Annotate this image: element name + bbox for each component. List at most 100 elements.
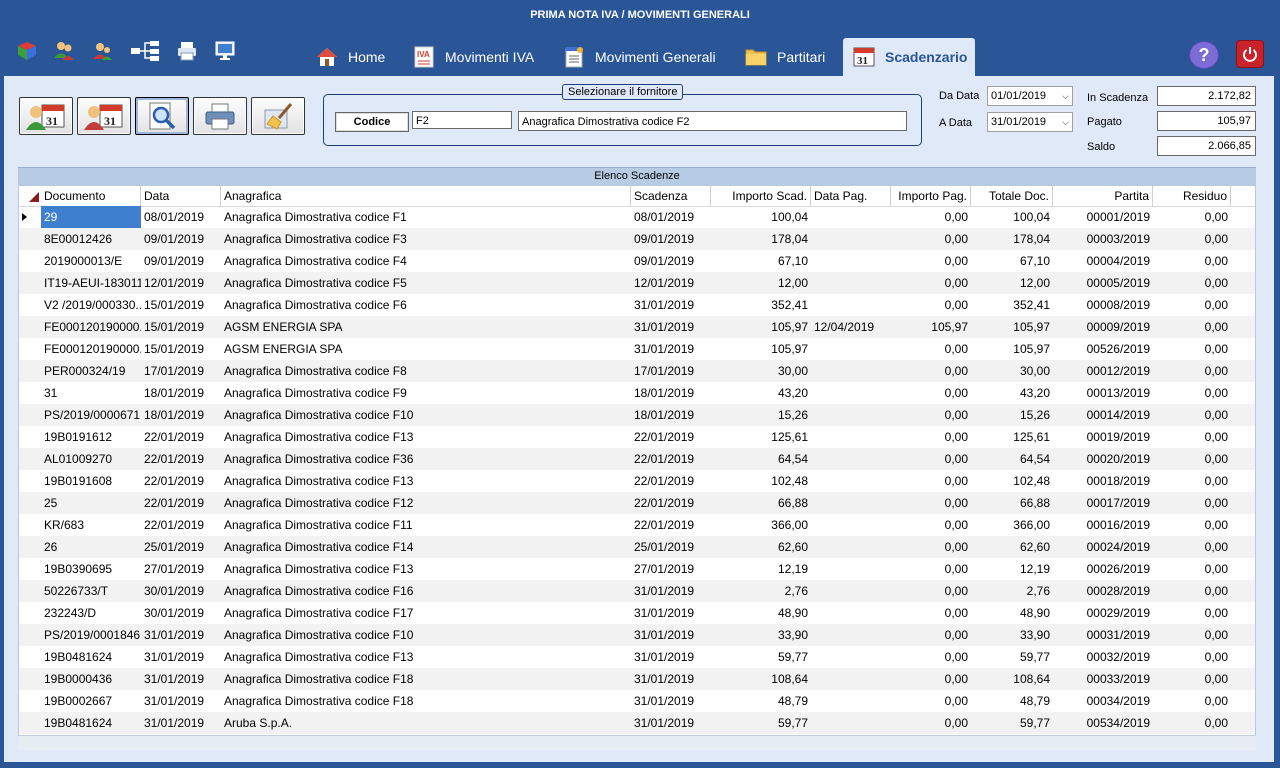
cell-anagrafica[interactable]: Anagrafica Dimostrativa codice F13	[221, 426, 631, 448]
cell-partita[interactable]: 00534/2019	[1053, 712, 1153, 734]
cell-scadenza[interactable]: 31/01/2019	[631, 316, 711, 338]
cell-scadenza[interactable]: 22/01/2019	[631, 426, 711, 448]
cell-data[interactable]: 15/01/2019	[141, 294, 221, 316]
cell-data-pag[interactable]	[811, 294, 891, 316]
scadenze-fornitori-button[interactable]: 31	[77, 97, 131, 135]
cell-documento[interactable]: 31	[41, 382, 141, 404]
cell-data-pag[interactable]	[811, 492, 891, 514]
cell-partita[interactable]: 00033/2019	[1053, 668, 1153, 690]
cell-importo-pag[interactable]: 0,00	[891, 206, 971, 228]
cell-importo-scad[interactable]: 100,04	[711, 206, 811, 228]
cell-importo-scad[interactable]: 59,77	[711, 712, 811, 734]
cell-documento[interactable]: 26	[41, 536, 141, 558]
cell-scadenza[interactable]: 31/01/2019	[631, 580, 711, 602]
cell-partita[interactable]: 00031/2019	[1053, 624, 1153, 646]
cell-importo-scad[interactable]: 105,97	[711, 338, 811, 360]
cell-partita[interactable]: 00526/2019	[1053, 338, 1153, 360]
cell-data[interactable]: 22/01/2019	[141, 426, 221, 448]
table-row[interactable]: 31 18/01/2019 Anagrafica Dimostrativa codi…	[19, 382, 1255, 404]
cell-residuo[interactable]: 0,00	[1153, 338, 1231, 360]
table-row[interactable]: PER000324/19 17/01/2019 Anagrafica Dimostr…	[19, 360, 1255, 382]
cell-importo-scad[interactable]: 43,20	[711, 382, 811, 404]
table-row[interactable]: 26 25/01/2019 Anagrafica Dimostrativa codi…	[19, 536, 1255, 558]
cell-residuo[interactable]: 0,00	[1153, 690, 1231, 712]
cell-totale-doc[interactable]: 33,90	[971, 624, 1053, 646]
cell-data-pag[interactable]	[811, 250, 891, 272]
cell-data[interactable]: 25/01/2019	[141, 536, 221, 558]
cell-partita[interactable]: 00019/2019	[1053, 426, 1153, 448]
cell-data-pag[interactable]	[811, 426, 891, 448]
cell-anagrafica[interactable]: Anagrafica Dimostrativa codice F6	[221, 294, 631, 316]
table-row[interactable]: 29 08/01/2019 Anagrafica Dimostrativa codi…	[19, 206, 1255, 228]
cell-data[interactable]: 12/01/2019	[141, 272, 221, 294]
cell-documento[interactable]: 50226733/T	[41, 580, 141, 602]
tab-scadenzario[interactable]: 31 Scadenzario	[843, 38, 975, 76]
cell-documento[interactable]: 19B0000436	[41, 668, 141, 690]
cell-importo-scad[interactable]: 48,79	[711, 690, 811, 712]
cell-importo-scad[interactable]: 178,04	[711, 228, 811, 250]
table-row[interactable]: 19B0191608 22/01/2019 Anagrafica Dimostrat…	[19, 470, 1255, 492]
cell-totale-doc[interactable]: 105,97	[971, 316, 1053, 338]
cell-residuo[interactable]: 0,00	[1153, 668, 1231, 690]
cell-scadenza[interactable]: 31/01/2019	[631, 602, 711, 624]
cell-data-pag[interactable]	[811, 272, 891, 294]
cell-documento[interactable]: V2 /2019/000330...	[41, 294, 141, 316]
cell-data[interactable]: 22/01/2019	[141, 470, 221, 492]
cell-documento[interactable]: PS/2019/0001846	[41, 624, 141, 646]
cell-anagrafica[interactable]: Anagrafica Dimostrativa codice F17	[221, 602, 631, 624]
cell-anagrafica[interactable]: Anagrafica Dimostrativa codice F4	[221, 250, 631, 272]
cell-anagrafica[interactable]: Anagrafica Dimostrativa codice F14	[221, 536, 631, 558]
cell-residuo[interactable]: 0,00	[1153, 448, 1231, 470]
cell-data[interactable]: 31/01/2019	[141, 624, 221, 646]
cell-scadenza[interactable]: 31/01/2019	[631, 690, 711, 712]
table-row[interactable]: PS/2019/0001846 31/01/2019 Anagrafica Dimo…	[19, 624, 1255, 646]
cell-data[interactable]: 15/01/2019	[141, 316, 221, 338]
cell-anagrafica[interactable]: Anagrafica Dimostrativa codice F13	[221, 646, 631, 668]
cell-anagrafica[interactable]: Anagrafica Dimostrativa codice F8	[221, 360, 631, 382]
cell-documento[interactable]: 29	[41, 206, 141, 228]
cell-residuo[interactable]: 0,00	[1153, 228, 1231, 250]
anagrafica-input[interactable]: Anagrafica Dimostrativa codice F2	[518, 111, 907, 131]
cell-partita[interactable]: 00016/2019	[1053, 514, 1153, 536]
cell-importo-pag[interactable]: 0,00	[891, 690, 971, 712]
cell-documento[interactable]: 19B0002667	[41, 690, 141, 712]
cell-scadenza[interactable]: 22/01/2019	[631, 470, 711, 492]
cell-importo-scad[interactable]: 366,00	[711, 514, 811, 536]
cell-data[interactable]: 18/01/2019	[141, 382, 221, 404]
cell-anagrafica[interactable]: AGSM ENERGIA SPA	[221, 338, 631, 360]
cell-partita[interactable]: 00017/2019	[1053, 492, 1153, 514]
cell-documento[interactable]: AL01009270	[41, 448, 141, 470]
cell-data[interactable]: 08/01/2019	[141, 206, 221, 228]
cell-importo-scad[interactable]: 67,10	[711, 250, 811, 272]
cell-importo-pag[interactable]: 0,00	[891, 426, 971, 448]
cell-documento[interactable]: FE000120190000...	[41, 316, 141, 338]
cell-data-pag[interactable]	[811, 646, 891, 668]
cell-residuo[interactable]: 0,00	[1153, 404, 1231, 426]
cell-data-pag[interactable]	[811, 470, 891, 492]
cell-totale-doc[interactable]: 15,26	[971, 404, 1053, 426]
cell-importo-scad[interactable]: 62,60	[711, 536, 811, 558]
cell-documento[interactable]: 25	[41, 492, 141, 514]
cell-importo-pag[interactable]: 0,00	[891, 294, 971, 316]
cell-totale-doc[interactable]: 2,76	[971, 580, 1053, 602]
cell-partita[interactable]: 00028/2019	[1053, 580, 1153, 602]
table-row[interactable]: 19B0481624 31/01/2019 Aruba S.p.A. 31/01/20…	[19, 712, 1255, 734]
column-header-documento[interactable]: Documento	[41, 186, 141, 206]
table-row[interactable]: 25 22/01/2019 Anagrafica Dimostrativa codi…	[19, 492, 1255, 514]
cell-scadenza[interactable]: 22/01/2019	[631, 448, 711, 470]
cell-documento[interactable]: 19B0481624	[41, 712, 141, 734]
cell-anagrafica[interactable]: AGSM ENERGIA SPA	[221, 316, 631, 338]
clear-button[interactable]	[251, 97, 305, 135]
cell-residuo[interactable]: 0,00	[1153, 382, 1231, 404]
cell-importo-pag[interactable]: 0,00	[891, 602, 971, 624]
cell-residuo[interactable]: 0,00	[1153, 712, 1231, 734]
cell-data[interactable]: 22/01/2019	[141, 448, 221, 470]
cell-partita[interactable]: 00024/2019	[1053, 536, 1153, 558]
da-data-select[interactable]: 01/01/2019 ⌵	[987, 86, 1073, 106]
cell-totale-doc[interactable]: 59,77	[971, 646, 1053, 668]
cell-residuo[interactable]: 0,00	[1153, 250, 1231, 272]
cell-importo-scad[interactable]: 48,90	[711, 602, 811, 624]
scadenze-grid[interactable]: Documento Data Anagrafica Scadenza Importo S…	[18, 185, 1256, 750]
cell-partita[interactable]: 00005/2019	[1053, 272, 1153, 294]
cell-anagrafica[interactable]: Anagrafica Dimostrativa codice F36	[221, 448, 631, 470]
